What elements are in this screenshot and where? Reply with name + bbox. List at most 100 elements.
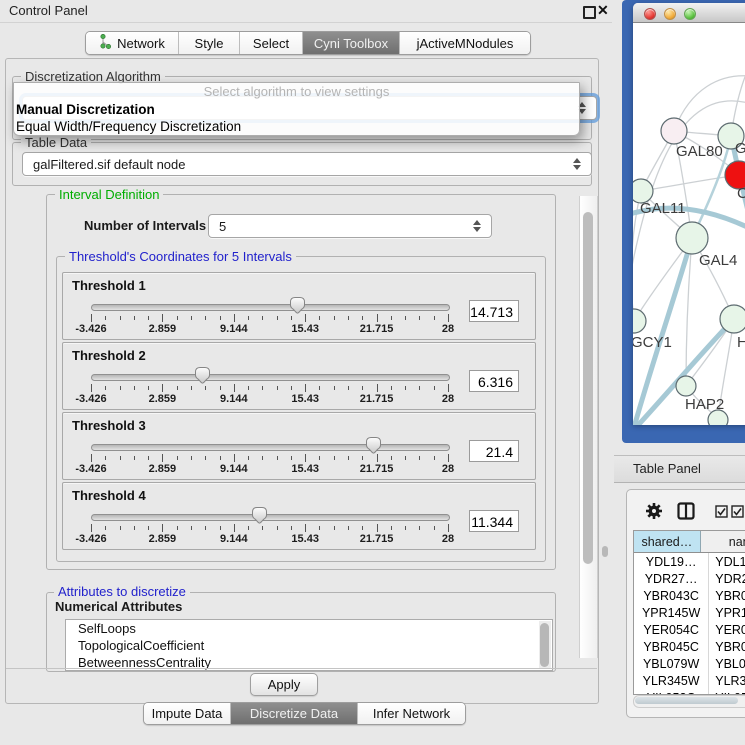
cell-shared-name[interactable]: YPR145W [634, 604, 709, 621]
cell-name[interactable]: YBL079W [709, 655, 745, 672]
cell-name[interactable]: YLR345W [709, 672, 745, 689]
threshold-4-slider-track[interactable] [91, 514, 450, 521]
scrollbar-thumb[interactable] [583, 212, 593, 564]
attribute-item-selfloops[interactable]: SelfLoops [66, 620, 552, 637]
cell-shared-name[interactable]: YBL079W [634, 655, 709, 672]
network-node-gcy1[interactable] [633, 309, 646, 333]
attribute-item-topologicalcoefficient[interactable]: TopologicalCoefficient [66, 637, 552, 654]
threshold-4-slider-thumb[interactable] [251, 506, 268, 525]
gear-icon[interactable] [645, 502, 663, 520]
float-window-icon[interactable] [583, 6, 596, 19]
threshold-2-value-field[interactable]: 6.316 [469, 370, 519, 392]
slider-ticks [91, 524, 448, 533]
popup-option-equal-width-frequency-discretization[interactable]: Equal Width/Frequency Discretization [14, 118, 579, 135]
tab-label: Network [117, 36, 165, 51]
node-table[interactable]: shared… name YDL19…YDL19…YDR27…YDR27…YBR… [633, 530, 745, 695]
top-tab-bar: Network Style SelectCyni ToolboxjActiveMNo… [85, 31, 531, 55]
tab-infer-network[interactable]: Infer Network [357, 703, 465, 724]
network-node-hap2[interactable] [676, 376, 696, 396]
cell-shared-name[interactable]: YBR043C [634, 587, 709, 604]
cell-name[interactable]: YBR043C [709, 587, 745, 604]
checkbox-checked-icon[interactable] [715, 505, 729, 518]
cell-shared-name[interactable]: YDR27… [634, 570, 709, 587]
network-window: GAL80GACGAL11GAL4GCY1HHAP2 [633, 3, 745, 424]
network-graph[interactable]: GAL80GACGAL11GAL4GCY1HHAP2 [633, 23, 745, 425]
column-header-shared-name[interactable]: shared… [634, 531, 701, 552]
column-header-name[interactable]: name [701, 531, 745, 552]
table-data-combo[interactable]: galFiltered.sif default node [22, 152, 592, 176]
cell-name[interactable]: YDR27… [709, 570, 745, 587]
cell-shared-name[interactable]: YBR045C [634, 638, 709, 655]
tab-select[interactable]: Select [239, 32, 302, 54]
table-row[interactable]: YDL19…YDL19… [634, 553, 745, 570]
table-row[interactable]: YDR27…YDR27… [634, 570, 745, 587]
network-node-h[interactable] [720, 305, 745, 333]
tab-label: Infer Network [373, 706, 450, 721]
threshold-3-slider-track[interactable] [91, 444, 450, 451]
threshold-1-value-field[interactable]: 14.713 [469, 300, 519, 322]
table-row[interactable]: YLR345WYLR345W [634, 672, 745, 689]
table-panel-header: Table Panel [614, 455, 745, 483]
apply-button[interactable]: Apply [250, 673, 318, 696]
table-row[interactable]: YBR043CYBR043C [634, 587, 745, 604]
threshold-2-slider-track[interactable] [91, 374, 450, 381]
table-rows: YDL19…YDL19…YDR27…YDR27…YBR043CYBR043CYP… [634, 553, 745, 695]
threshold-3-panel: Threshold 3 -3.4262.8599.14415.4321.7152… [62, 412, 536, 480]
algorithm-popup: Select algorithm to view settings Manual… [13, 82, 580, 136]
cell-shared-name[interactable]: YLR345W [634, 672, 709, 689]
slider-ticks [91, 384, 448, 393]
table-row[interactable]: YBL079WYBL079W [634, 655, 745, 672]
tab-network[interactable]: Network [86, 32, 178, 54]
tab-discretize-data[interactable]: Discretize Data [230, 703, 357, 724]
tab-style[interactable]: Style [178, 32, 239, 54]
combo-stepper-icon[interactable] [571, 153, 583, 175]
combo-stepper-icon[interactable] [471, 215, 483, 237]
minimize-traffic-light-icon[interactable] [664, 8, 676, 20]
algorithm-popup-placeholder: Select algorithm to view settings [14, 83, 579, 101]
content-divider [6, 668, 597, 669]
tab-cyni-toolbox[interactable]: Cyni Toolbox [302, 32, 399, 54]
numerical-attributes-list[interactable]: SelfLoopsTopologicalCoefficientBetweenne… [65, 619, 553, 671]
number-of-intervals-label: Number of Intervals [84, 218, 206, 233]
interval-definition-label: Interval Definition [55, 187, 163, 202]
attributes-list-scrollbar[interactable] [539, 621, 551, 669]
network-canvas[interactable]: GAL80GACGAL11GAL4GCY1HHAP2 [633, 23, 745, 425]
tab-jactivemnodules[interactable]: jActiveMNodules [399, 32, 530, 54]
cell-name[interactable]: YER054C [709, 621, 745, 638]
close-icon[interactable]: ✕ [597, 2, 609, 19]
network-window-titlebar[interactable] [633, 3, 745, 23]
threshold-2-slider-thumb[interactable] [194, 366, 211, 385]
table-row[interactable]: YPR145WYPR145W [634, 604, 745, 621]
cell-name[interactable]: YBR045C [709, 638, 745, 655]
cell-name[interactable]: YPR145W [709, 604, 745, 621]
network-node-gal4[interactable] [676, 222, 708, 254]
control-panel-scrollbar[interactable] [579, 196, 598, 658]
tab-label: Discretize Data [250, 706, 338, 721]
scrollbar-thumb[interactable] [635, 697, 738, 704]
tab-impute-data[interactable]: Impute Data [144, 703, 230, 724]
table-row[interactable]: YBR045CYBR045C [634, 638, 745, 655]
close-traffic-light-icon[interactable] [644, 8, 656, 20]
cell-shared-name[interactable]: YER054C [634, 621, 709, 638]
cell-name[interactable]: YDL19… [709, 553, 745, 570]
threshold-1-slider-track[interactable] [91, 304, 450, 311]
threshold-3-slider-thumb[interactable] [365, 436, 382, 455]
panel-splitter-handle[interactable] [602, 546, 608, 557]
table-row[interactable]: YER054CYER054C [634, 621, 745, 638]
slider-tick-labels: -3.4262.8599.14415.4321.71528 [91, 393, 448, 405]
threshold-1-slider-thumb[interactable] [289, 296, 306, 315]
table-horizontal-scrollbar[interactable] [633, 695, 745, 708]
network-node-gal80[interactable] [661, 118, 687, 144]
cell-shared-name[interactable]: YDL19… [634, 553, 709, 570]
node-label-gal4: GAL4 [699, 252, 737, 269]
threshold-4-value-field[interactable]: 11.344 [469, 510, 519, 532]
number-of-intervals-combo[interactable]: 5 [208, 214, 492, 238]
attributes-group: Numerical Attributes SelfLoopsTopologica… [46, 592, 556, 672]
popup-option-manual-discretization[interactable]: Manual Discretization [14, 101, 579, 118]
tab-label: Style [195, 36, 224, 51]
split-columns-icon[interactable] [677, 502, 695, 520]
threshold-3-value-field[interactable]: 21.4 [469, 440, 519, 462]
zoom-traffic-light-icon[interactable] [684, 8, 696, 20]
app-root: Control Panel ✕ NetworkStyleSelectCyni T… [0, 0, 745, 745]
checkbox-checked-icon[interactable] [731, 505, 745, 518]
